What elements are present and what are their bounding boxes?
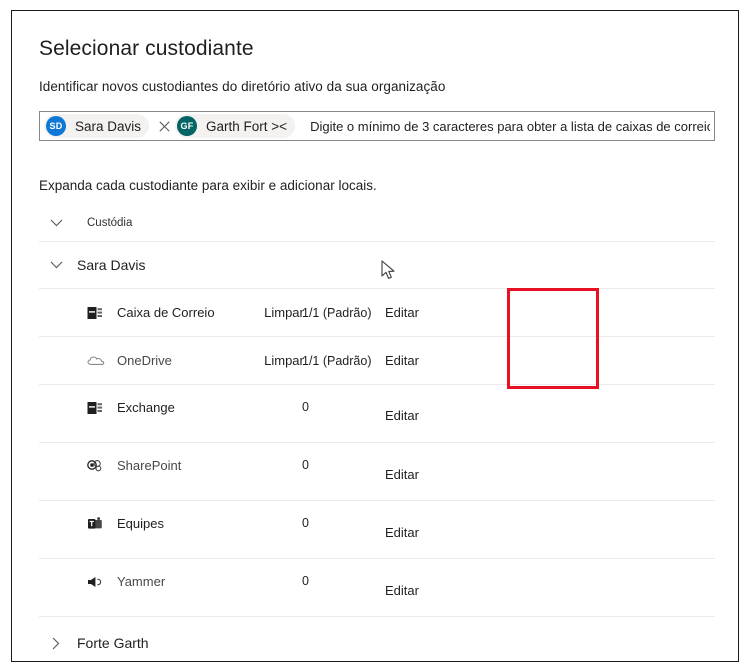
location-row: OneDrive 1/1 (Padrão) Limpar Editar [39, 337, 715, 385]
selected-person-pill[interactable]: GF Garth Fort >< [175, 114, 296, 138]
location-row: Caixa de Correio 1/1 (Padrão) Limpar Edi… [39, 289, 715, 337]
custodian-group-name: Sara Davis [77, 257, 146, 273]
custodian-group-row[interactable]: Sara Davis [39, 242, 715, 289]
onedrive-icon [87, 355, 117, 367]
clear-button[interactable]: Limpar [254, 353, 314, 368]
edit-button[interactable]: Editar [372, 583, 432, 598]
page-subtitle: Identificar novos custodiantes do diretó… [39, 79, 446, 94]
sharepoint-icon [87, 459, 117, 473]
location-name: SharePoint [117, 458, 182, 473]
location-name: Yammer [117, 574, 166, 589]
edit-button[interactable]: Editar [372, 305, 432, 320]
exchange-icon [87, 401, 117, 415]
expand-instruction: Expanda cada custodiante para exibir e a… [39, 178, 377, 193]
location-row: SharePoint 0 Editar [39, 443, 715, 501]
selected-person-name: Garth Fort >< [206, 118, 288, 134]
edit-button[interactable]: Editar [372, 408, 432, 423]
column-header-custody: Custódia [87, 217, 133, 229]
location-name: Exchange [117, 400, 175, 415]
edit-button[interactable]: Editar [372, 353, 432, 368]
location-row: Equipes 0 Editar [39, 501, 715, 559]
location-row: Yammer 0 Editar [39, 559, 715, 617]
chevron-down-icon[interactable] [39, 261, 73, 269]
select-custodian-dialog: Selecionar custodiante Identificar novos… [11, 10, 739, 662]
page-title: Selecionar custodiante [39, 37, 254, 60]
avatar: GF [177, 116, 198, 136]
avatar: SD [46, 116, 66, 136]
custodian-group-row[interactable]: Forte Garth [39, 617, 715, 669]
custodian-group-name: Forte Garth [77, 635, 149, 651]
clear-button[interactable]: Limpar [254, 305, 314, 320]
mailbox-icon [87, 306, 117, 320]
selected-person-name: Sara Davis [75, 118, 142, 134]
chevron-down-icon[interactable] [39, 219, 73, 227]
edit-button[interactable]: Editar [372, 467, 432, 482]
custodian-people-picker[interactable]: SD Sara Davis GF Garth Fort >< [39, 111, 715, 141]
list-column-header-row: Custódia [39, 205, 715, 242]
custodian-list: Custódia Sara Davis Caixa de Correio 1/1… [39, 205, 715, 669]
yammer-icon [87, 575, 117, 589]
location-row: Exchange 0 Editar [39, 385, 715, 443]
location-name: Equipes [117, 516, 164, 531]
selected-person-pill[interactable]: SD Sara Davis [44, 114, 150, 138]
edit-button[interactable]: Editar [372, 525, 432, 540]
custodian-search-input[interactable] [299, 112, 712, 140]
teams-icon [87, 516, 117, 531]
chevron-right-icon[interactable] [39, 637, 73, 650]
remove-person-icon[interactable] [153, 115, 175, 137]
